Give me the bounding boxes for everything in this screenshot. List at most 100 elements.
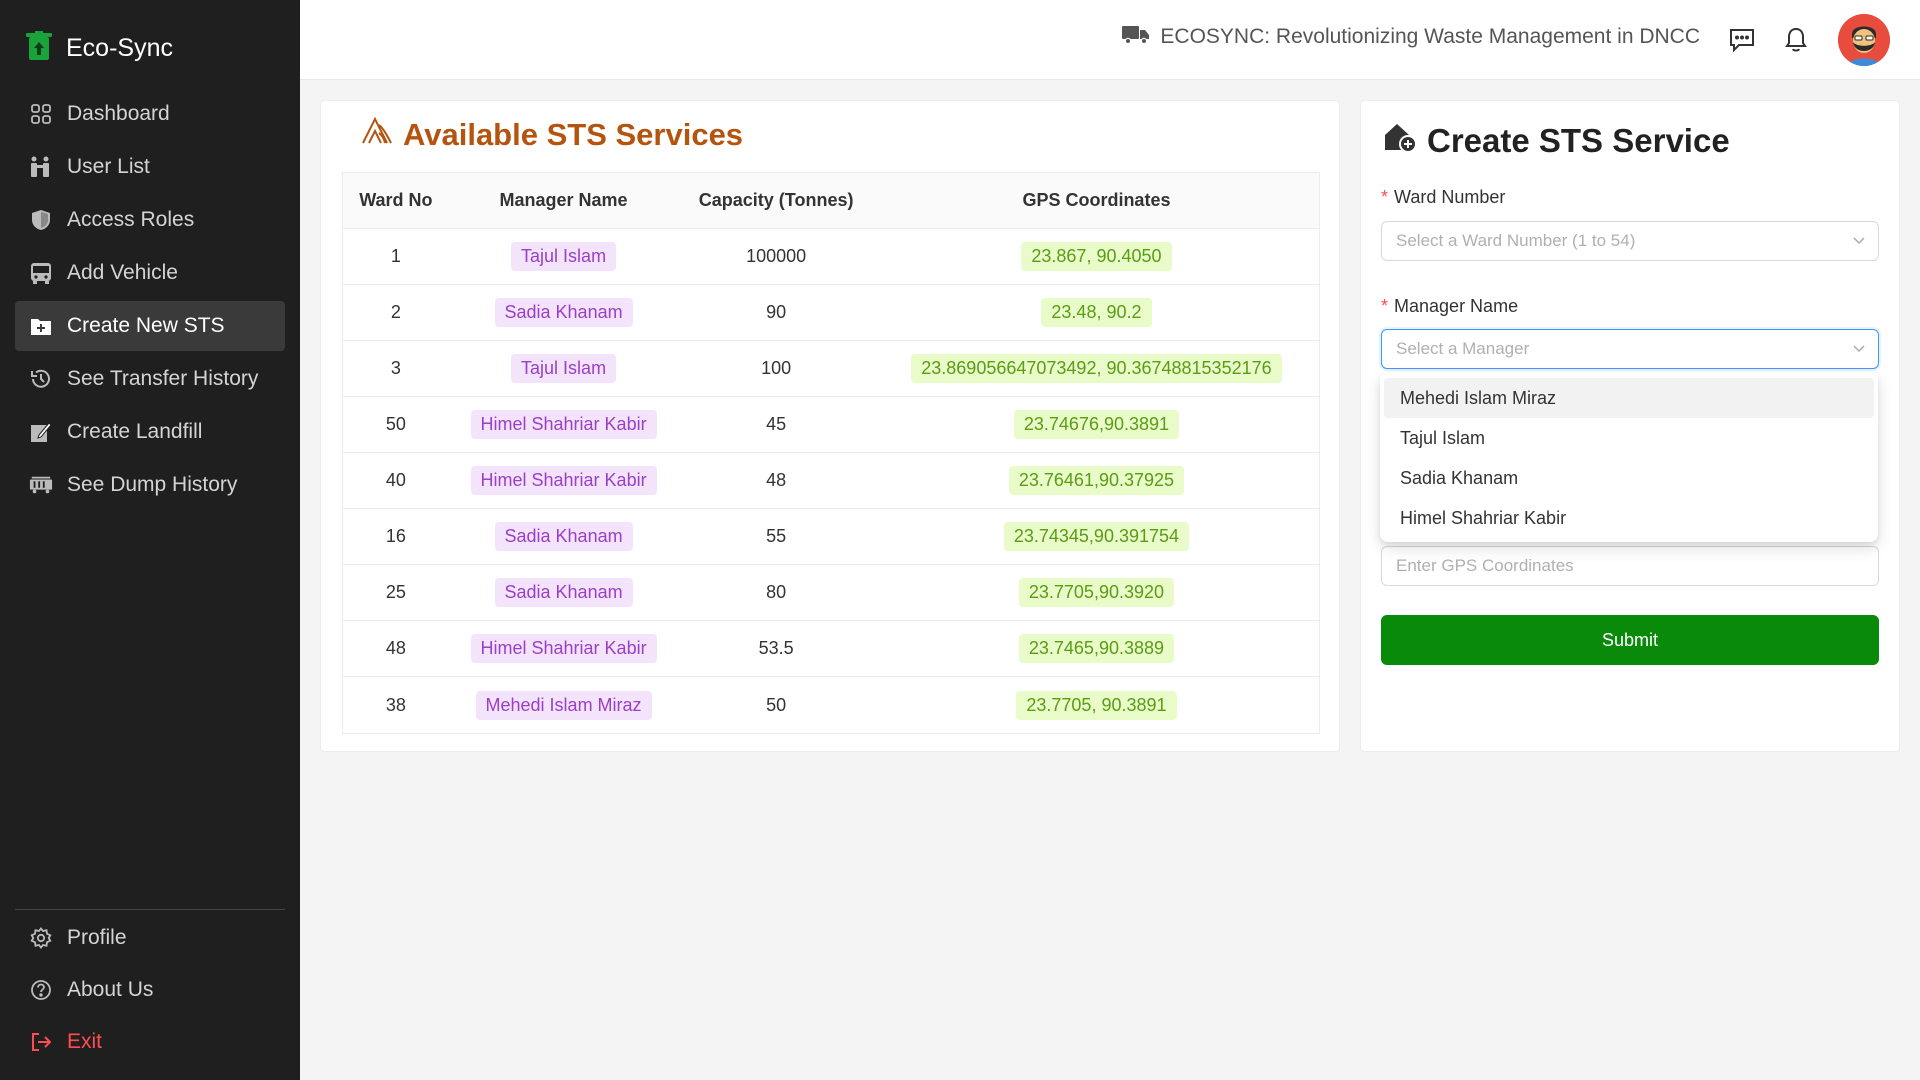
folder-plus-icon [29, 314, 53, 338]
sidebar-item-transfer-history[interactable]: See Transfer History [15, 354, 285, 404]
logout-icon [29, 1030, 53, 1054]
table-row: 3 Tajul Islam 100 23.869056647073492, 90… [343, 341, 1319, 397]
gps-tag: 23.7705,90.3920 [1018, 578, 1175, 607]
sidebar-item-label: See Dump History [67, 473, 238, 496]
sidebar-item-profile[interactable]: Profile [15, 912, 285, 964]
column-header-manager: Manager Name [499, 190, 628, 210]
sidebar-item-exit[interactable]: Exit [15, 1016, 285, 1068]
sidebar-item-access-roles[interactable]: Access Roles [15, 195, 285, 245]
table-row: 40 Himel Shahriar Kabir 48 23.76461,90.3… [343, 453, 1319, 509]
manager-tag: Sadia Khanam [494, 522, 633, 551]
table-row: 38 Mehedi Islam Miraz 50 23.7705, 90.389… [343, 677, 1319, 733]
manager-tag: Tajul Islam [511, 242, 617, 271]
sidebar-item-label: Dashboard [67, 102, 170, 125]
ward-number-select[interactable]: Select a Ward Number (1 to 54) [1381, 221, 1879, 261]
capacity-cell: 48 [766, 470, 787, 490]
trash-icon [26, 30, 52, 66]
manager-dropdown: Mehedi Islam Miraz Tajul Islam Sadia Kha… [1380, 372, 1878, 542]
ward-cell: 38 [385, 694, 406, 715]
sidebar-bottom-nav: Profile About Us Exit [15, 909, 285, 1068]
ward-number-placeholder: Select a Ward Number (1 to 54) [1396, 231, 1636, 250]
sidebar-item-about-us[interactable]: About Us [15, 964, 285, 1016]
header-title-text: ECOSYNC: Revolutionizing Waste Managemen… [1160, 25, 1700, 48]
home-plus-icon [1383, 121, 1417, 161]
sidebar-item-create-landfill[interactable]: Create Landfill [15, 407, 285, 457]
column-header-capacity: Capacity (Tonnes) [698, 190, 854, 210]
sidebar-item-label: User List [67, 155, 150, 178]
sidebar-nav: Dashboard User List Access Roles Add Veh… [15, 89, 285, 513]
submit-button[interactable]: Submit [1381, 615, 1879, 665]
manager-name-select[interactable]: Select a Manager [1381, 329, 1879, 369]
gps-tag: 23.74345,90.391754 [1003, 522, 1190, 551]
bus-icon [29, 261, 53, 285]
gear-icon [29, 926, 53, 950]
ward-cell: 48 [385, 638, 406, 658]
ward-cell: 40 [385, 470, 406, 490]
brand[interactable]: Eco-Sync [26, 30, 173, 66]
create-sts-title: Create STS Service [1383, 121, 1730, 161]
sidebar-item-label: Exit [67, 1030, 103, 1053]
manager-option[interactable]: Tajul Islam [1384, 418, 1874, 458]
sidebar-item-label: Profile [67, 926, 127, 949]
gps-tag: 23.7705, 90.3891 [1016, 690, 1177, 720]
manager-option[interactable]: Himel Shahriar Kabir [1384, 498, 1874, 538]
sidebar-item-dump-history[interactable]: See Dump History [15, 460, 285, 510]
header-title: ECOSYNC: Revolutionizing Waste Managemen… [1122, 24, 1700, 50]
gps-tag: 23.74676,90.3891 [1013, 410, 1180, 439]
ward-cell: 50 [385, 414, 406, 434]
shield-icon [29, 208, 53, 232]
manager-placeholder: Select a Manager [1396, 339, 1530, 358]
truck-icon [29, 473, 53, 497]
manager-tag: Mehedi Islam Miraz [475, 690, 652, 720]
ward-cell: 2 [390, 302, 401, 322]
chevron-down-icon [1852, 232, 1866, 252]
avatar[interactable] [1838, 14, 1890, 66]
sidebar-item-label: Create New STS [67, 314, 225, 337]
sidebar-item-label: Create Landfill [67, 420, 203, 443]
table-row: 48 Himel Shahriar Kabir 53.5 23.7465,90.… [343, 621, 1319, 677]
manager-tag: Himel Shahriar Kabir [470, 410, 657, 439]
manager-name-label: * Manager Name [1381, 296, 1519, 316]
capacity-cell: 90 [766, 302, 787, 322]
sts-list-card: Available STS Services Ward No Manager N… [320, 100, 1340, 752]
sidebar-item-create-new-sts[interactable]: Create New STS [15, 301, 285, 351]
manager-option[interactable]: Sadia Khanam [1384, 458, 1874, 498]
capacity-cell: 55 [766, 526, 787, 546]
gps-tag: 23.7465,90.3889 [1018, 634, 1175, 663]
manager-option[interactable]: Mehedi Islam Miraz [1384, 378, 1874, 418]
truck-icon [1122, 24, 1150, 50]
top-header: ECOSYNC: Revolutionizing Waste Managemen… [300, 0, 1920, 80]
help-icon [29, 978, 53, 1002]
gps-tag: 23.867, 90.4050 [1021, 242, 1172, 271]
capacity-cell: 45 [766, 414, 787, 434]
gps-coordinates-input[interactable]: Enter GPS Coordinates [1381, 546, 1879, 586]
capacity-cell: 100000 [746, 246, 807, 266]
sidebar-item-dashboard[interactable]: Dashboard [15, 89, 285, 139]
table-header: Ward No Manager Name Capacity (Tonnes) G… [343, 173, 1319, 229]
table-row: 16 Sadia Khanam 55 23.74345,90.391754 [343, 509, 1319, 565]
sts-table: Ward No Manager Name Capacity (Tonnes) G… [342, 172, 1320, 734]
sidebar-item-add-vehicle[interactable]: Add Vehicle [15, 248, 285, 298]
sts-list-title-text: Available STS Services [403, 117, 744, 152]
ward-cell: 3 [390, 358, 401, 378]
bell-icon[interactable] [1782, 26, 1810, 54]
capacity-cell: 100 [761, 358, 792, 378]
manager-tag: Sadia Khanam [494, 578, 633, 607]
sidebar-item-user-list[interactable]: User List [15, 142, 285, 192]
table-row: 50 Himel Shahriar Kabir 45 23.74676,90.3… [343, 397, 1319, 453]
message-icon[interactable] [1728, 26, 1756, 54]
gps-tag: 23.48, 90.2 [1041, 298, 1152, 327]
sidebar-item-label: See Transfer History [67, 367, 259, 390]
sidebar-item-label: Access Roles [67, 208, 195, 231]
manager-tag: Himel Shahriar Kabir [470, 634, 657, 663]
sidebar-item-label: About Us [67, 978, 154, 1001]
column-header-ward: Ward No [359, 190, 433, 210]
sidebar: Eco-Sync Dashboard User List Access Role… [0, 0, 300, 1080]
sts-list-title: Available STS Services [361, 116, 744, 153]
gps-tag: 23.76461,90.37925 [1008, 466, 1185, 495]
capacity-cell: 50 [766, 694, 787, 715]
app-name: Eco-Sync [66, 33, 173, 62]
chevron-down-icon [1852, 340, 1866, 360]
column-header-gps: GPS Coordinates [1022, 190, 1171, 210]
manager-tag: Himel Shahriar Kabir [470, 466, 657, 495]
